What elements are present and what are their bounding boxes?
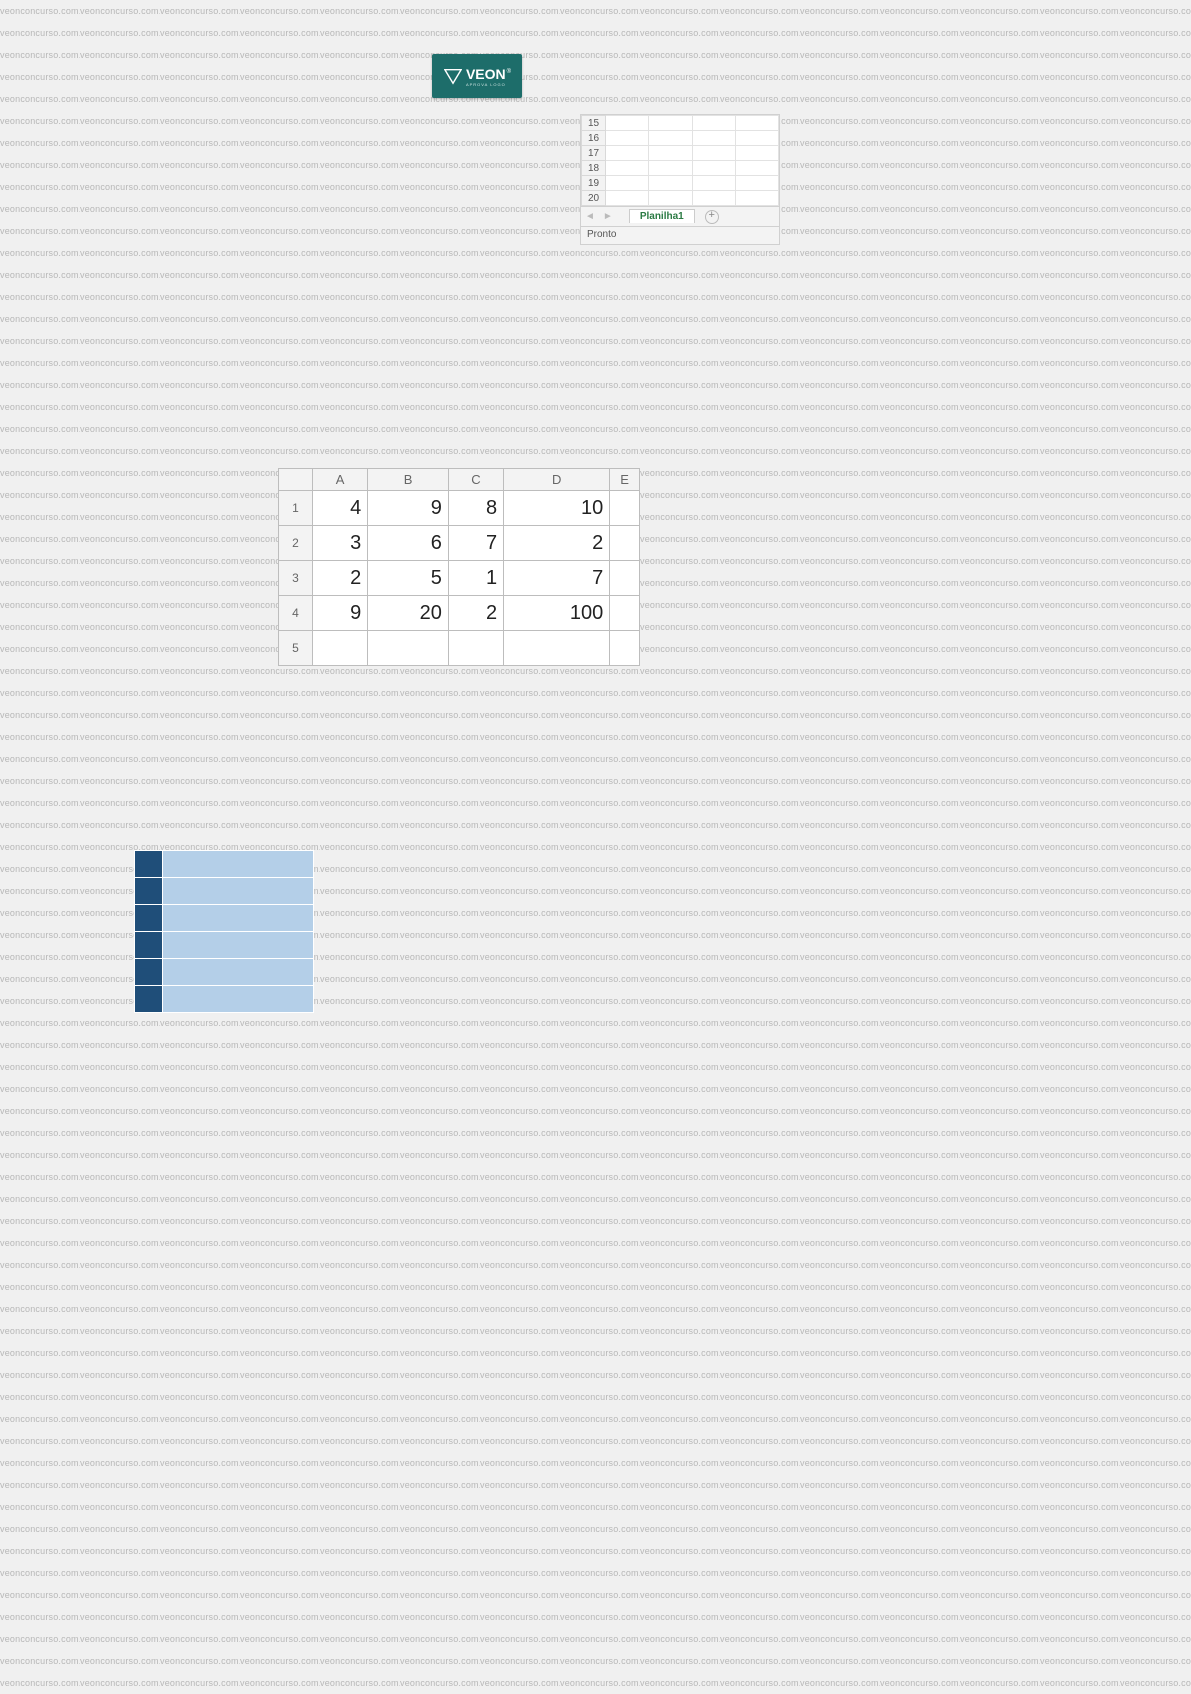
cell[interactable] bbox=[735, 131, 778, 146]
row-header[interactable]: 5 bbox=[279, 631, 313, 666]
cell[interactable] bbox=[606, 161, 649, 176]
row-header[interactable]: 2 bbox=[279, 526, 313, 561]
cell[interactable] bbox=[735, 146, 778, 161]
cell[interactable] bbox=[606, 116, 649, 131]
cell[interactable]: 6 bbox=[368, 526, 449, 561]
cell[interactable] bbox=[649, 146, 692, 161]
spreadsheet-fragment: ABCDE 1498102367232517492021005 bbox=[278, 468, 640, 666]
cell[interactable] bbox=[610, 561, 640, 596]
column-header[interactable]: E bbox=[610, 469, 640, 491]
cell[interactable]: 7 bbox=[448, 526, 503, 561]
cell[interactable] bbox=[606, 191, 649, 206]
style-header-cell bbox=[135, 986, 163, 1013]
row-header[interactable]: 17 bbox=[582, 146, 606, 161]
cell[interactable]: 8 bbox=[448, 491, 503, 526]
cell[interactable] bbox=[692, 176, 735, 191]
row-header[interactable]: 1 bbox=[279, 491, 313, 526]
tab-nav-next-icon[interactable]: ► bbox=[599, 211, 617, 222]
row-header[interactable]: 20 bbox=[582, 191, 606, 206]
sheet-tab-active[interactable]: Planilha1 bbox=[629, 209, 695, 223]
select-all-corner[interactable] bbox=[279, 469, 313, 491]
cell[interactable] bbox=[692, 146, 735, 161]
logo-triangle-icon bbox=[444, 67, 462, 85]
style-header-cell bbox=[135, 851, 163, 878]
logo-registered: ® bbox=[507, 69, 511, 75]
tab-nav-prev-icon[interactable]: ◄ bbox=[581, 211, 599, 222]
style-header-cell bbox=[135, 932, 163, 959]
style-body-cell bbox=[163, 959, 314, 986]
row-header[interactable]: 4 bbox=[279, 596, 313, 631]
cell[interactable] bbox=[735, 161, 778, 176]
cell[interactable] bbox=[649, 131, 692, 146]
cell[interactable] bbox=[606, 131, 649, 146]
cell[interactable]: 2 bbox=[448, 596, 503, 631]
cell[interactable] bbox=[649, 191, 692, 206]
cell[interactable]: 1 bbox=[448, 561, 503, 596]
status-text: Pronto bbox=[587, 229, 616, 240]
watermark-background: veonconcurso.com.brveonconcurso.com.brve… bbox=[0, 0, 1191, 1684]
row-header[interactable]: 15 bbox=[582, 116, 606, 131]
column-header[interactable]: C bbox=[448, 469, 503, 491]
add-sheet-button[interactable]: + bbox=[705, 210, 719, 224]
row-header[interactable]: 19 bbox=[582, 176, 606, 191]
column-header[interactable]: B bbox=[368, 469, 449, 491]
style-body-cell bbox=[163, 851, 314, 878]
row-header[interactable]: 16 bbox=[582, 131, 606, 146]
cell[interactable] bbox=[735, 116, 778, 131]
cell[interactable] bbox=[448, 631, 503, 666]
mini-grid: 151617181920 bbox=[581, 115, 779, 206]
cell[interactable] bbox=[610, 631, 640, 666]
style-header-cell bbox=[135, 878, 163, 905]
cell[interactable]: 5 bbox=[368, 561, 449, 596]
cell[interactable] bbox=[649, 116, 692, 131]
style-body-cell bbox=[163, 878, 314, 905]
style-header-cell bbox=[135, 959, 163, 986]
cell[interactable]: 2 bbox=[313, 561, 368, 596]
cell[interactable] bbox=[649, 161, 692, 176]
cell[interactable] bbox=[610, 491, 640, 526]
cell[interactable] bbox=[610, 526, 640, 561]
style-body-cell bbox=[163, 932, 314, 959]
cell[interactable]: 7 bbox=[504, 561, 610, 596]
cell[interactable] bbox=[692, 131, 735, 146]
cell[interactable] bbox=[649, 176, 692, 191]
cell[interactable]: 3 bbox=[313, 526, 368, 561]
cell[interactable] bbox=[692, 116, 735, 131]
cell[interactable]: 100 bbox=[504, 596, 610, 631]
cell[interactable] bbox=[735, 176, 778, 191]
cell[interactable] bbox=[606, 176, 649, 191]
cell[interactable] bbox=[610, 596, 640, 631]
cell[interactable] bbox=[504, 631, 610, 666]
column-header[interactable]: D bbox=[504, 469, 610, 491]
cell[interactable] bbox=[313, 631, 368, 666]
style-header-cell bbox=[135, 905, 163, 932]
plus-icon: + bbox=[709, 210, 715, 221]
style-body-cell bbox=[163, 986, 314, 1013]
sheet-tab-bar: ◄ ► Planilha1 + bbox=[581, 206, 779, 226]
cell[interactable] bbox=[692, 191, 735, 206]
cell[interactable]: 2 bbox=[504, 526, 610, 561]
veon-logo: VEON® APROVA LOGO bbox=[432, 54, 522, 98]
row-header[interactable]: 3 bbox=[279, 561, 313, 596]
cell[interactable]: 10 bbox=[504, 491, 610, 526]
cell[interactable] bbox=[692, 161, 735, 176]
cell[interactable]: 20 bbox=[368, 596, 449, 631]
cell[interactable]: 4 bbox=[313, 491, 368, 526]
status-bar: Pronto bbox=[581, 226, 779, 244]
cell[interactable]: 9 bbox=[368, 491, 449, 526]
cell[interactable] bbox=[368, 631, 449, 666]
style-body-cell bbox=[163, 905, 314, 932]
worksheet-tabs-panel: 151617181920 ◄ ► Planilha1 + Pronto bbox=[580, 114, 780, 245]
row-header[interactable]: 18 bbox=[582, 161, 606, 176]
cell[interactable]: 9 bbox=[313, 596, 368, 631]
logo-text: VEON bbox=[466, 66, 506, 82]
cell[interactable] bbox=[606, 146, 649, 161]
cell[interactable] bbox=[735, 191, 778, 206]
logo-subtitle: APROVA LOGO bbox=[466, 82, 510, 87]
style-sample-table bbox=[134, 850, 314, 1013]
column-header[interactable]: A bbox=[313, 469, 368, 491]
